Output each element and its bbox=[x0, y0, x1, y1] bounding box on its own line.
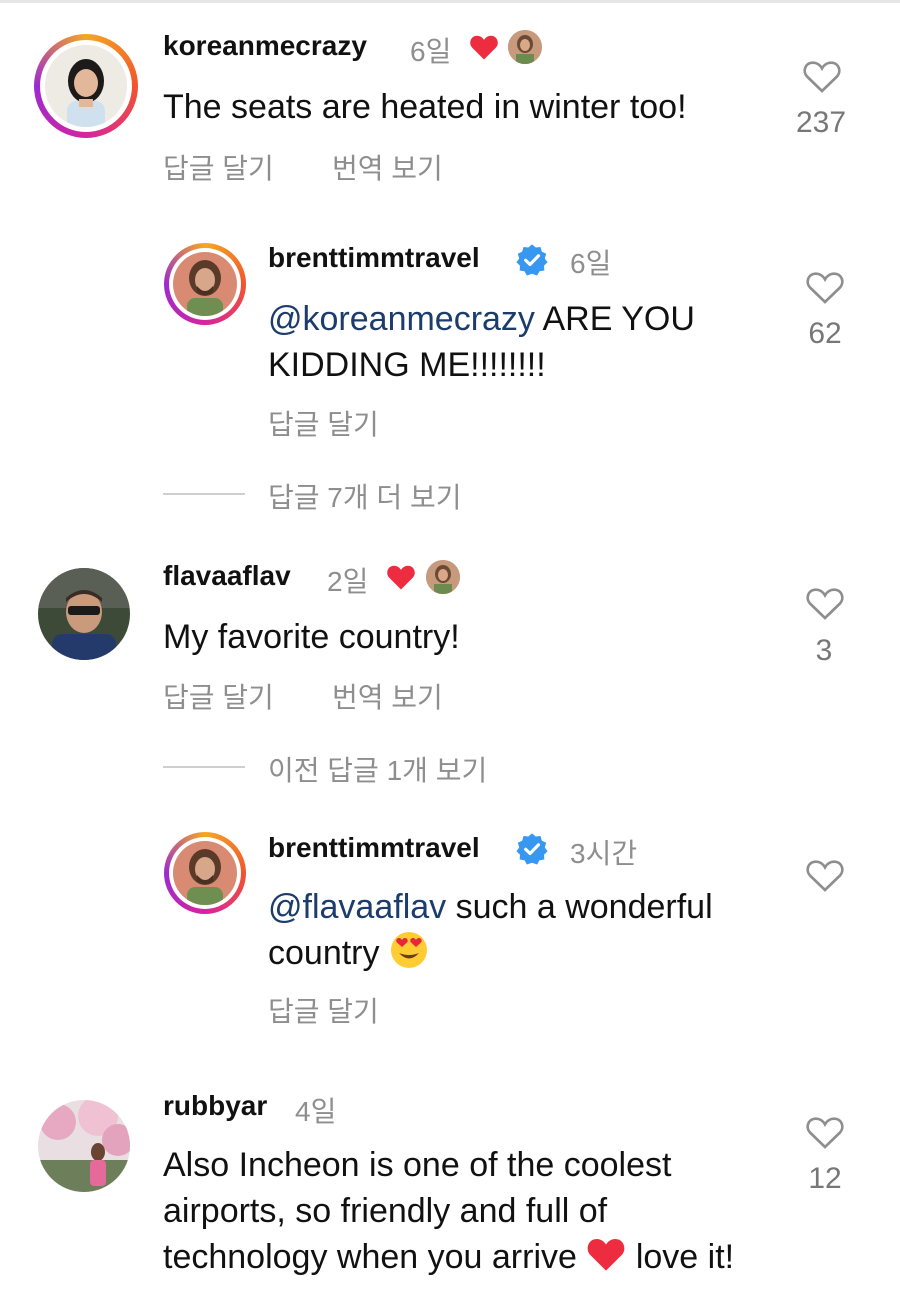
red-heart-emoji bbox=[588, 1239, 625, 1271]
avatar-image bbox=[45, 45, 127, 127]
reply-button[interactable]: 답글 달기 bbox=[163, 147, 274, 187]
comment-text: @koreanmecrazy ARE YOU KIDDING ME!!!!!!!… bbox=[268, 296, 758, 388]
top-divider bbox=[0, 0, 900, 3]
avatar-image bbox=[38, 1100, 130, 1192]
like-count: 237 bbox=[795, 106, 847, 139]
like-count: 12 bbox=[808, 1162, 842, 1195]
creator-mini-avatar bbox=[426, 560, 460, 594]
creator-mini-avatar bbox=[508, 30, 542, 64]
reply-button[interactable]: 답글 달기 bbox=[268, 403, 379, 443]
avatar[interactable] bbox=[38, 568, 130, 660]
like-count: 3 bbox=[815, 634, 833, 667]
heart-outline-icon[interactable] bbox=[805, 1112, 845, 1152]
avatar[interactable] bbox=[45, 45, 127, 127]
comment-text: Also Incheon is one of the coolest airpo… bbox=[163, 1142, 773, 1312]
comment-username[interactable]: brenttimmtravel bbox=[268, 242, 480, 274]
comment-username[interactable]: rubbyar bbox=[163, 1090, 267, 1122]
reply-button[interactable]: 답글 달기 bbox=[268, 990, 379, 1030]
creator-liked-heart-icon bbox=[387, 565, 415, 590]
avatar-image bbox=[173, 252, 237, 316]
view-previous-replies-button[interactable]: 이전 답글 1개 보기 bbox=[268, 749, 487, 789]
verified-badge-icon bbox=[516, 833, 548, 865]
comment-text: My favorite country! bbox=[163, 618, 460, 656]
avatar[interactable] bbox=[173, 841, 237, 905]
heart-eyes-emoji bbox=[390, 932, 427, 968]
comment-time: 4일 bbox=[295, 1096, 337, 1127]
view-more-replies-button[interactable]: 답글 7개 더 보기 bbox=[268, 476, 461, 516]
mention-link[interactable]: @flavaaflav bbox=[268, 888, 446, 926]
mention-link[interactable]: @koreanmecrazy bbox=[268, 300, 535, 338]
translate-button[interactable]: 번역 보기 bbox=[332, 676, 443, 716]
avatar[interactable] bbox=[38, 1100, 130, 1192]
heart-outline-icon[interactable] bbox=[805, 855, 845, 895]
comment-time: 6일 bbox=[570, 248, 612, 279]
comment-username[interactable]: flavaaflav bbox=[163, 560, 291, 592]
comment-time: 2일 bbox=[327, 566, 369, 597]
verified-badge-icon bbox=[516, 244, 548, 276]
reply-button[interactable]: 답글 달기 bbox=[163, 676, 274, 716]
comment-body-end: love it! bbox=[626, 1238, 735, 1276]
heart-outline-icon[interactable] bbox=[802, 56, 842, 96]
like-count: 62 bbox=[808, 317, 842, 350]
avatar-image bbox=[173, 841, 237, 905]
avatar[interactable] bbox=[173, 252, 237, 316]
translate-button[interactable]: 번역 보기 bbox=[332, 147, 443, 187]
avatar-image bbox=[38, 568, 130, 660]
comment-time: 3시간 bbox=[570, 838, 638, 869]
comment-username[interactable]: brenttimmtravel bbox=[268, 832, 480, 864]
comment-text: The seats are heated in winter too! bbox=[163, 88, 687, 126]
creator-liked-heart-icon bbox=[470, 35, 498, 60]
view-replies-divider bbox=[163, 766, 245, 768]
view-replies-divider bbox=[163, 493, 245, 495]
comment-time: 6일 bbox=[410, 36, 452, 67]
comment-username[interactable]: koreanmecrazy bbox=[163, 30, 367, 62]
comment-text: @flavaaflav such a wonderful country bbox=[268, 884, 778, 976]
heart-outline-icon[interactable] bbox=[805, 583, 845, 623]
heart-outline-icon[interactable] bbox=[805, 267, 845, 307]
